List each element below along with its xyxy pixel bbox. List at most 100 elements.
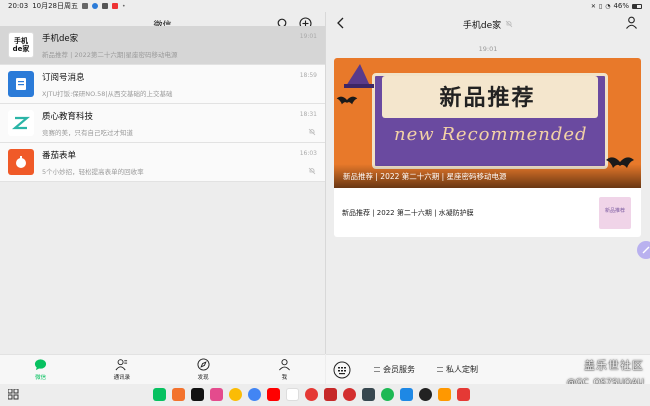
- mute-bell-icon: [505, 20, 513, 28]
- cover-subtitle: new Recommended: [394, 124, 588, 145]
- tiktok-app-icon[interactable]: [191, 388, 204, 401]
- tab-label: 通讯录: [113, 375, 131, 381]
- music-app-icon[interactable]: [305, 388, 318, 401]
- chat-name: 质心教育科技: [42, 111, 94, 122]
- keyboard-icon: [333, 361, 351, 378]
- more-notif-icon: •: [122, 2, 126, 10]
- status-bar: 20:03 10月28日周五 • ✕ ▯ ◔ 46%: [0, 0, 650, 12]
- wechat-app-icon[interactable]: [153, 388, 166, 401]
- conversation-header: 手机de家: [326, 12, 650, 36]
- taskbar-dock: [0, 384, 650, 406]
- photos-app-icon[interactable]: [229, 388, 242, 401]
- menu-item-membership[interactable]: 会员服务: [374, 364, 415, 375]
- menu-lines-icon: [374, 367, 380, 372]
- files-app-icon[interactable]: [400, 388, 413, 401]
- menu-item-custom[interactable]: 私人定制: [437, 364, 478, 375]
- keyboard-button[interactable]: [332, 360, 352, 380]
- subscription-icon: [16, 78, 26, 90]
- camera-app-icon[interactable]: [343, 388, 356, 401]
- zhixin-logo-icon: [12, 116, 30, 130]
- clock-app-icon[interactable]: [362, 388, 375, 401]
- tab-label: 我: [281, 375, 288, 381]
- bottom-tab-bar: 微信 通讯录 发现 我: [0, 354, 325, 384]
- status-date: 10月28日周五: [32, 2, 79, 10]
- chat-preview: 竞赛的美，只有自己吃过才知道: [42, 128, 133, 137]
- red-notif-icon: [112, 3, 119, 9]
- cover-title: 新品推荐: [439, 86, 536, 111]
- conversation-title: 手机de家: [462, 20, 502, 31]
- tab-discover[interactable]: 发现: [163, 355, 244, 384]
- wifi-icon: ◔: [605, 2, 611, 10]
- tab-chats[interactable]: 微信: [0, 355, 81, 384]
- chat-time: 19:01: [299, 33, 317, 40]
- screen: 20:03 10月28日周五 • ✕ ▯ ◔ 46% 微信: [0, 0, 650, 406]
- mute-status-icon: ✕: [590, 2, 596, 10]
- menu-label: 会员服务: [383, 365, 415, 374]
- chevron-left-icon: [337, 17, 344, 29]
- person-icon: [626, 16, 637, 29]
- dock-apps: [153, 388, 470, 401]
- chat-item-subscriptions[interactable]: 订阅号消息 XJTU打饭:保研NO.58|从西交基础的上交基础 18:59: [0, 65, 325, 104]
- sub-article-title: 新品推荐 | 2022 第二十六期 | 水凝防护膜: [342, 208, 474, 217]
- article-sub-item[interactable]: 新品推荐 | 2022 第二十六期 | 水凝防护膜 新品推荐: [334, 188, 641, 237]
- menu-label: 私人定制: [446, 365, 478, 374]
- chat-item-zhixin[interactable]: 质心教育科技 竞赛的美，只有自己吃过才知道 18:31: [0, 104, 325, 143]
- menu-lines-icon: [437, 367, 443, 372]
- back-button[interactable]: [336, 17, 346, 32]
- tomato-logo-icon: [16, 156, 26, 168]
- avatar-logo-text: 手机 de家: [12, 37, 30, 53]
- witch-hat-icon: [344, 64, 374, 88]
- chat-list: 手机 de家 手机de家 新品推荐 | 2022第二十六期|星座密码移动电源 1…: [0, 26, 325, 182]
- drop-notif-icon: [92, 3, 99, 9]
- game-app-icon[interactable]: [438, 388, 451, 401]
- spotify-app-icon[interactable]: [381, 388, 394, 401]
- avatar: 手机 de家: [8, 32, 34, 58]
- sub-article-thumbnail: 新品推荐: [599, 197, 631, 229]
- article-title: 新品推荐 | 2022 第二十六期 | 星座密码移动电源: [343, 172, 507, 181]
- chat-item-shoujidejia[interactable]: 手机 de家 手机de家 新品推荐 | 2022第二十六期|星座密码移动电源 1…: [0, 26, 325, 65]
- app-drawer-icon[interactable]: [8, 389, 19, 400]
- app-notif-icon: [102, 3, 109, 9]
- chrome-app-icon[interactable]: [248, 388, 261, 401]
- thumbnail-text: 新品推荐: [604, 208, 625, 214]
- watermark-site: 盖乐世社区: [584, 359, 644, 372]
- gallery-notif-icon: [82, 3, 89, 9]
- mute-bell-icon: [308, 128, 316, 136]
- chat-icon: [35, 359, 47, 371]
- chat-preview: 新品推荐 | 2022第二十六期|星座密码移动电源: [42, 50, 178, 59]
- youtube-app-icon[interactable]: [267, 388, 280, 401]
- status-time: 20:03: [8, 2, 29, 10]
- vibrate-icon: ▯: [598, 2, 603, 10]
- pen-icon: [642, 246, 650, 254]
- gmail-app-icon[interactable]: [286, 388, 299, 401]
- youtube-music-app-icon[interactable]: [324, 388, 337, 401]
- person-icon: [278, 359, 290, 371]
- tab-me[interactable]: 我: [244, 355, 325, 384]
- gallery-app-icon[interactable]: [210, 388, 223, 401]
- contacts-icon: [115, 359, 128, 371]
- tab-contacts[interactable]: 通讯录: [81, 355, 162, 384]
- tab-label: 微信: [35, 375, 47, 381]
- battery-text: 46%: [613, 2, 629, 10]
- avatar: [8, 149, 34, 175]
- chat-name: 手机de家: [42, 33, 79, 44]
- floating-assist-button[interactable]: [637, 241, 650, 259]
- store-app-icon[interactable]: [457, 388, 470, 401]
- conversation-pane: 手机de家 19:01 新品推荐 new Recommended 新品推荐 | …: [326, 12, 650, 354]
- avatar: [8, 71, 34, 97]
- article-card[interactable]: 新品推荐 new Recommended 新品推荐 | 2022 第二十六期 |…: [334, 58, 641, 237]
- chat-time: 16:03: [299, 150, 317, 157]
- qq-app-icon[interactable]: [419, 388, 432, 401]
- article-cover[interactable]: 新品推荐 new Recommended 新品推荐 | 2022 第二十六期 |…: [334, 58, 641, 188]
- browser-app-icon[interactable]: [172, 388, 185, 401]
- profile-button[interactable]: [625, 16, 638, 32]
- chat-name: 番茄表单: [42, 150, 77, 161]
- avatar: [8, 110, 34, 136]
- chat-preview: XJTU打饭:保研NO.58|从西交基础的上交基础: [42, 89, 173, 98]
- chat-item-fanqie[interactable]: 番茄表单 5个小妙招，轻松提高表单的回收率 16:03: [0, 143, 325, 182]
- message-time: 19:01: [478, 45, 498, 53]
- tab-label: 发现: [197, 375, 209, 381]
- mute-bell-icon: [308, 167, 316, 175]
- chat-time: 18:59: [299, 72, 317, 79]
- battery-icon: [632, 3, 642, 9]
